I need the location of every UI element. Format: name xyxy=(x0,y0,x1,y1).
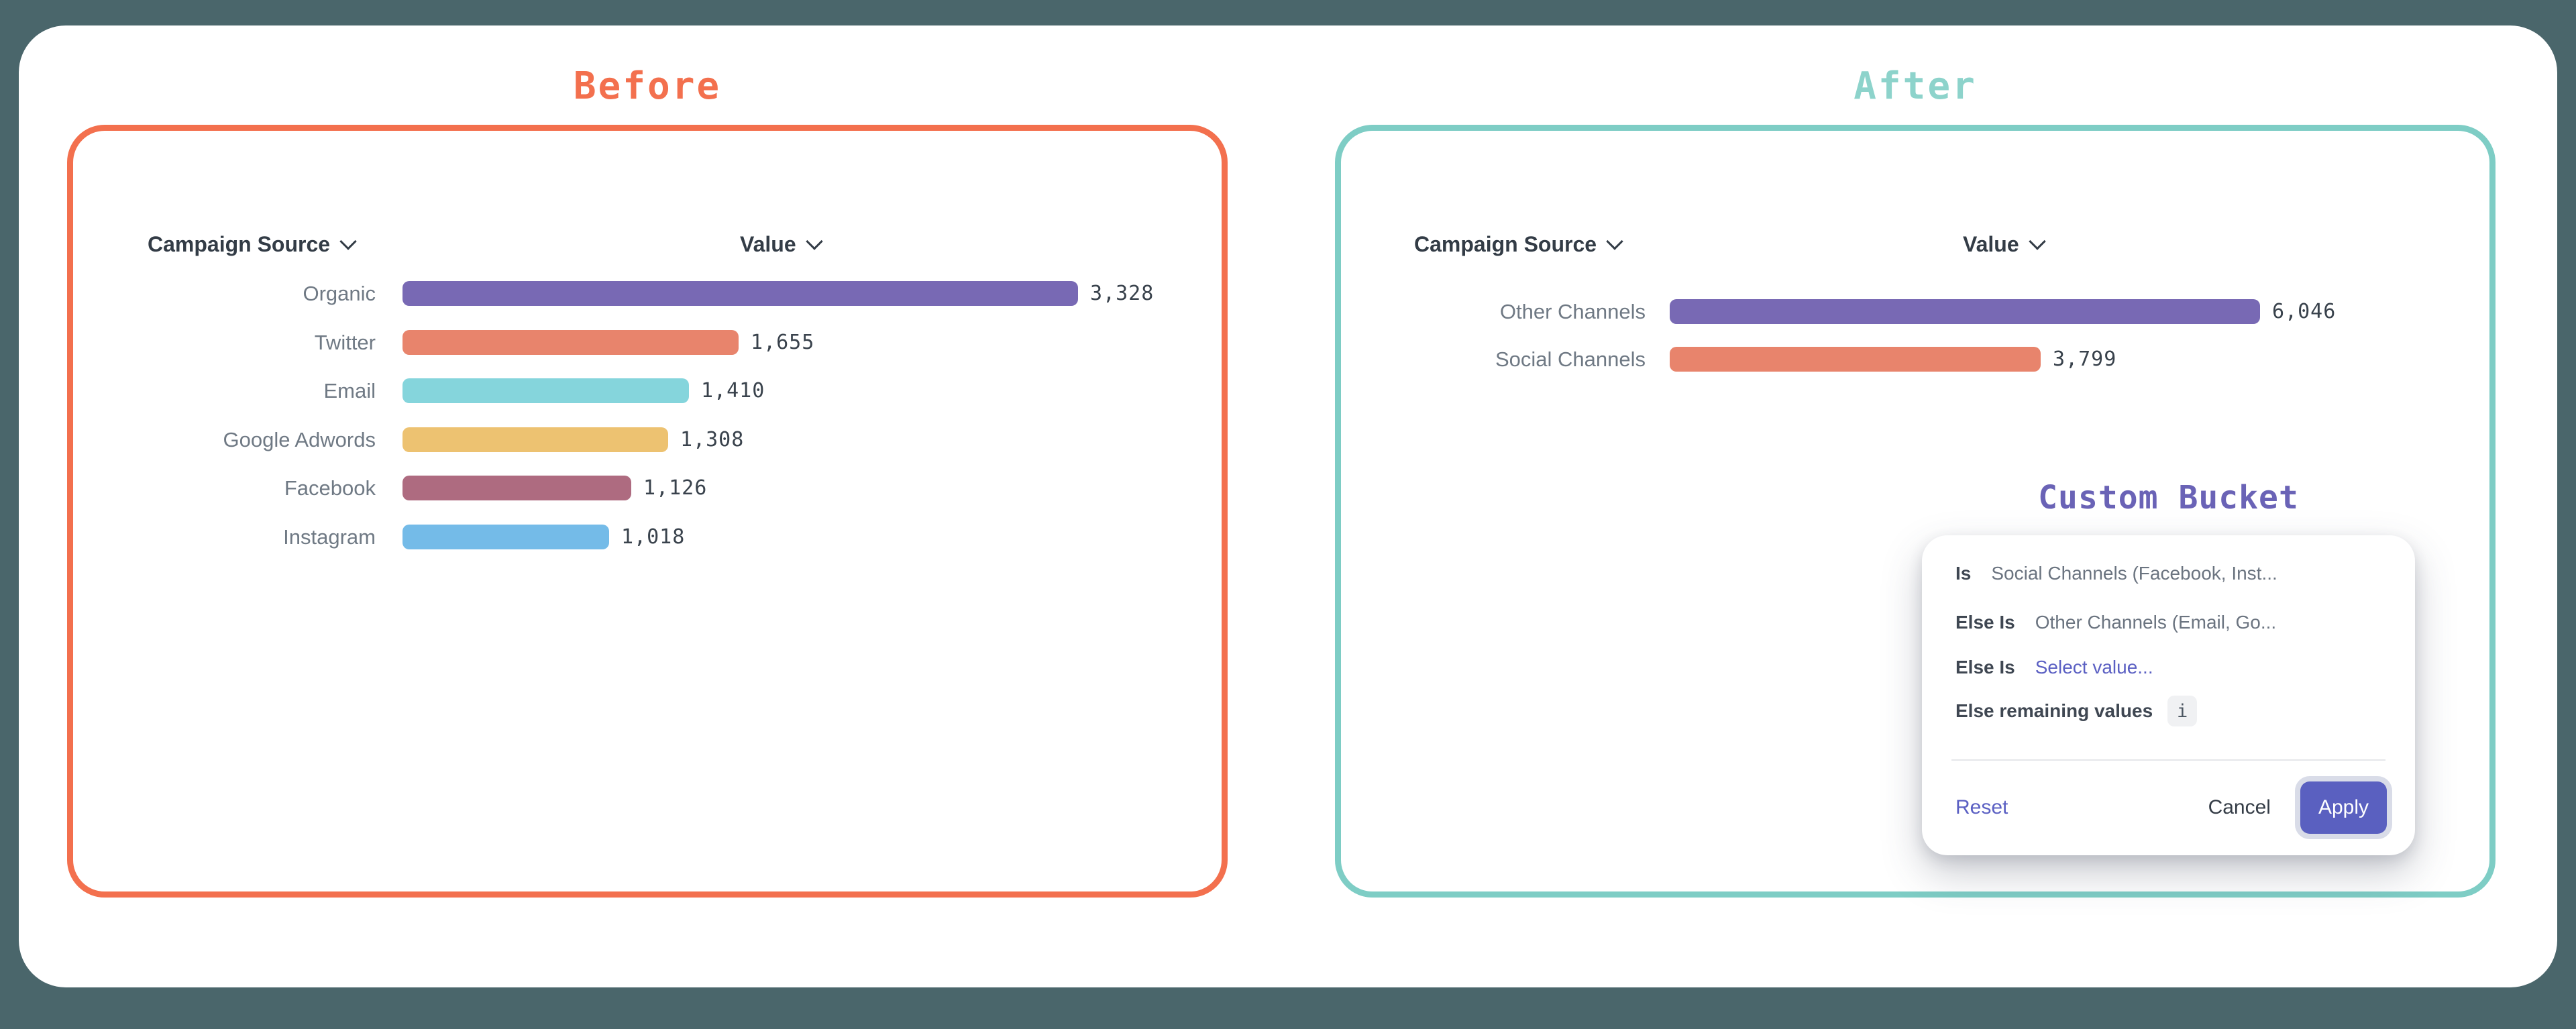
bar[interactable] xyxy=(1670,299,2260,324)
chart-row: Twitter 1,655 xyxy=(94,330,1154,355)
bar-category-label: Google Adwords xyxy=(94,427,376,452)
bar-value-label: 1,308 xyxy=(680,428,744,451)
bar-value-label: 3,328 xyxy=(1090,282,1154,305)
bucket-rule-2: Else Is Other Channels (Email, Go... xyxy=(1955,609,2276,636)
after-dimension-header[interactable]: Campaign Source xyxy=(1414,229,1621,259)
before-measure-header[interactable]: Value xyxy=(740,229,820,259)
bar-category-label: Other Channels xyxy=(1362,299,1646,324)
bucket-rule-3: Else Is Select value... xyxy=(1955,654,2153,681)
bar-value-label: 1,410 xyxy=(701,379,765,402)
page: { "colors": { "page_bg": "#4a666b", "bef… xyxy=(0,0,2576,1029)
bar-category-label: Social Channels xyxy=(1362,347,1646,372)
chart-row: Other Channels 6,046 xyxy=(1362,299,2336,324)
after-dimension-header-label: Campaign Source xyxy=(1414,232,1597,257)
chart-row: Social Channels 3,799 xyxy=(1362,347,2336,372)
bar-value-label: 1,655 xyxy=(751,331,814,354)
bar-category-label: Organic xyxy=(94,281,376,306)
bar[interactable] xyxy=(402,330,739,355)
bar-value-label: 1,018 xyxy=(621,525,685,549)
bar[interactable] xyxy=(402,427,668,452)
before-bar-chart: Organic 3,328 Twitter 1,655 Email 1,410 Google… xyxy=(94,281,1154,573)
before-dimension-header[interactable]: Campaign Source xyxy=(148,229,354,259)
after-measure-header-label: Value xyxy=(1963,232,2019,257)
bar[interactable] xyxy=(402,525,609,549)
bar-category-label: Facebook xyxy=(94,476,376,500)
bar-value-label: 1,126 xyxy=(643,476,707,500)
chart-row: Instagram 1,018 xyxy=(94,525,1154,549)
bar[interactable] xyxy=(1670,347,2041,372)
chevron-down-icon[interactable] xyxy=(1606,233,1623,250)
before-section-title: Before xyxy=(67,64,1228,108)
custom-bucket-title: Custom Bucket xyxy=(1922,479,2415,517)
select-value-link[interactable]: Select value... xyxy=(2035,657,2153,678)
after-measure-header[interactable]: Value xyxy=(1963,229,2043,259)
rule-operator-label: Is xyxy=(1955,563,1971,584)
before-measure-header-label: Value xyxy=(740,232,796,257)
rule-operator-label: Else remaining values xyxy=(1955,700,2153,722)
apply-button[interactable]: Apply xyxy=(2300,781,2387,834)
cancel-button[interactable]: Cancel xyxy=(2208,796,2271,819)
chart-row: Google Adwords 1,308 xyxy=(94,427,1154,452)
bucket-rule-1: Is Social Channels (Facebook, Inst... xyxy=(1955,560,2277,587)
chevron-down-icon[interactable] xyxy=(2029,233,2045,250)
bar-value-label: 6,046 xyxy=(2272,300,2336,323)
dialog-footer: Reset Cancel Apply xyxy=(1955,777,2387,838)
chart-row: Email 1,410 xyxy=(94,378,1154,403)
rule-value-dropdown[interactable]: Other Channels (Email, Go... xyxy=(2035,612,2276,633)
bar-category-label: Instagram xyxy=(94,525,376,549)
dialog-divider xyxy=(1951,759,2385,761)
after-section-title: After xyxy=(1335,64,2496,108)
chevron-down-icon[interactable] xyxy=(806,233,822,250)
before-dimension-header-label: Campaign Source xyxy=(148,232,330,257)
rule-operator-label: Else Is xyxy=(1955,612,2015,633)
custom-bucket-dialog: Is Social Channels (Facebook, Inst... El… xyxy=(1922,535,2415,855)
after-bar-chart: Other Channels 6,046 Social Channels 3,799 xyxy=(1362,299,2336,394)
chart-row: Facebook 1,126 xyxy=(94,476,1154,500)
bar[interactable] xyxy=(402,378,689,403)
bar[interactable] xyxy=(402,281,1078,306)
bucket-rule-4: Else remaining values i xyxy=(1955,698,2197,724)
info-icon[interactable]: i xyxy=(2167,696,2197,726)
reset-button[interactable]: Reset xyxy=(1955,796,2008,819)
bar-category-label: Email xyxy=(94,378,376,403)
chart-row: Organic 3,328 xyxy=(94,281,1154,306)
rule-operator-label: Else Is xyxy=(1955,657,2015,678)
bar-category-label: Twitter xyxy=(94,330,376,355)
bar-value-label: 3,799 xyxy=(2053,347,2116,371)
rule-value-dropdown[interactable]: Social Channels (Facebook, Inst... xyxy=(1991,563,2277,584)
chevron-down-icon[interactable] xyxy=(339,233,356,250)
bar[interactable] xyxy=(402,476,631,500)
